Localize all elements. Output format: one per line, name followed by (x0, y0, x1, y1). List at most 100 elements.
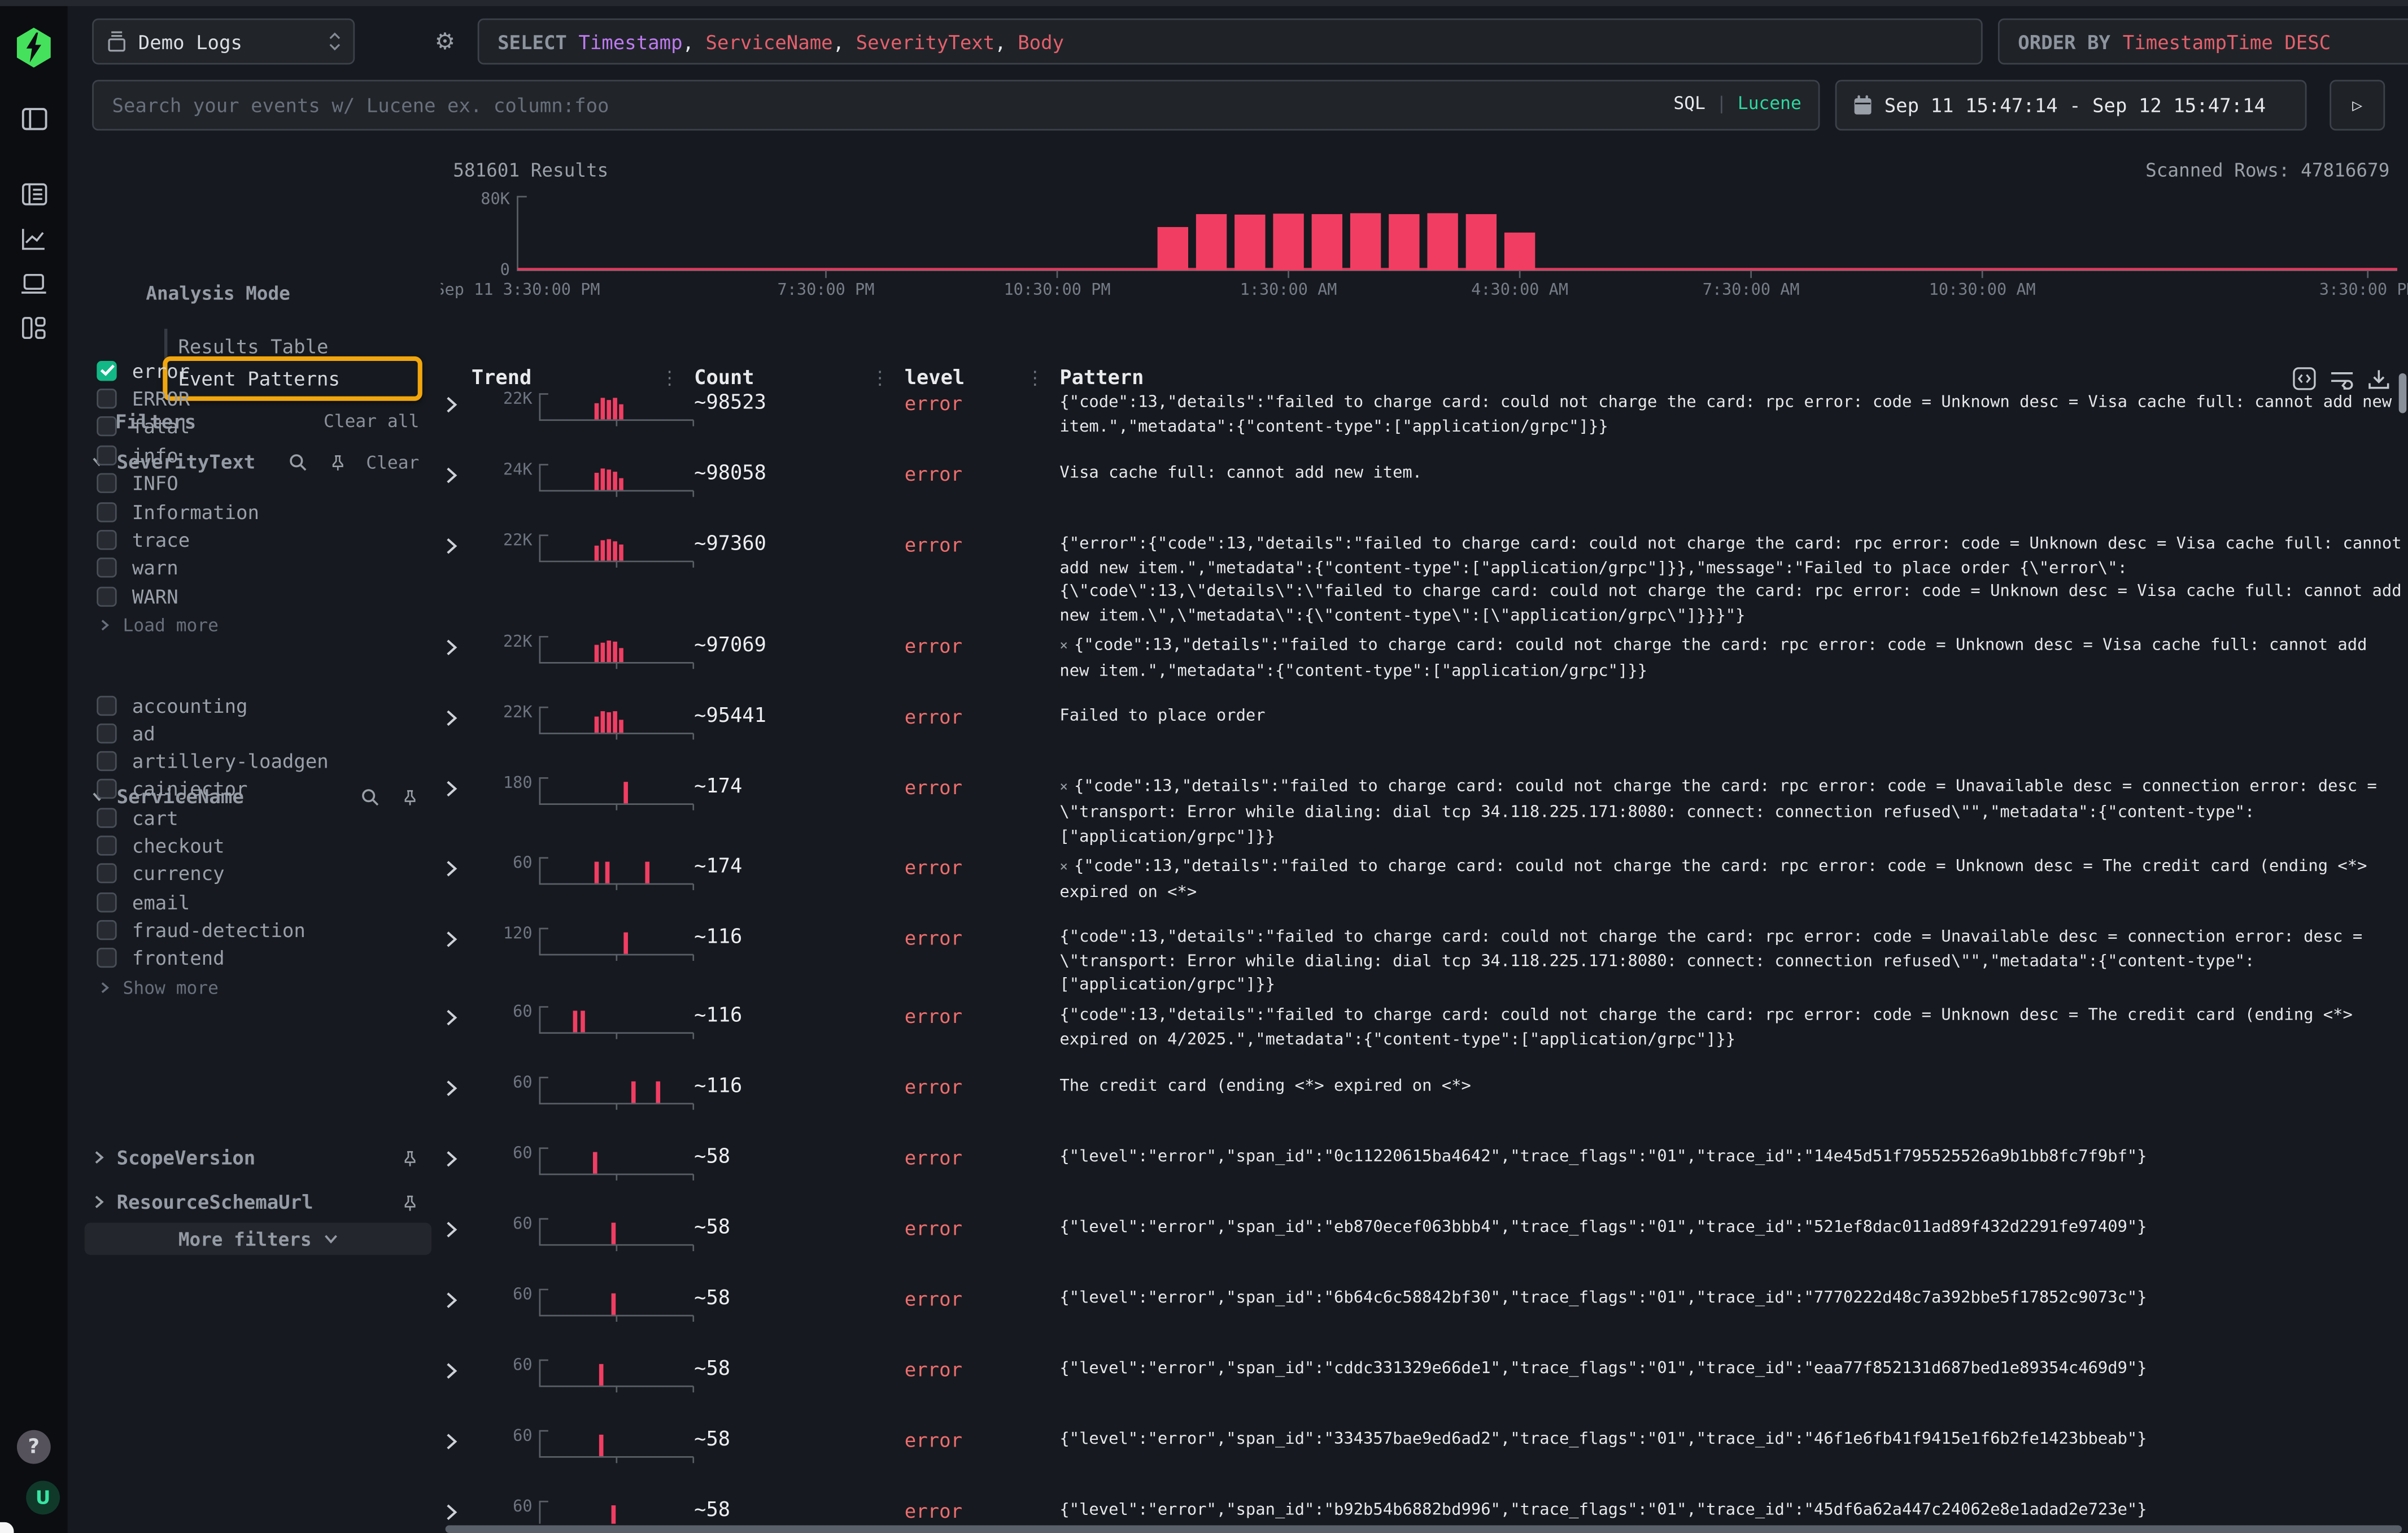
results-histogram[interactable]: 80K0Sep 11 3:30:00 PM7:30:00 PM10:30:00 … (440, 188, 2408, 307)
severity-option-INFO[interactable]: INFO (97, 471, 178, 496)
service-option-cainjector[interactable]: cainjector (97, 777, 247, 802)
severity-option-info[interactable]: info (97, 443, 178, 468)
pattern-text[interactable]: {"level":"error","span_id":"cddc331329e6… (1059, 1352, 2402, 1382)
service-search-icon[interactable] (361, 787, 379, 806)
user-avatar[interactable]: U (26, 1481, 60, 1515)
pattern-row[interactable]: 24K~98058errorVisa cache full: cannot ad… (446, 456, 2402, 527)
severity-clear-button[interactable]: Clear (366, 451, 419, 472)
checkbox[interactable] (97, 751, 116, 771)
pattern-text[interactable]: Visa cache full: cannot add new item. (1059, 456, 2402, 486)
checkbox[interactable] (97, 723, 116, 743)
pattern-text[interactable]: {"level":"error","span_id":"0c11220615ba… (1059, 1140, 2402, 1170)
pattern-text[interactable]: {"level":"error","span_id":"334357bae9ed… (1059, 1422, 2402, 1452)
checkbox[interactable] (97, 473, 116, 493)
checkbox[interactable] (97, 445, 116, 465)
pattern-text[interactable]: {"code":13,"details":"failed to charge c… (1059, 920, 2402, 998)
pattern-row[interactable]: 60~58error{"level":"error","span_id":"b9… (446, 1493, 2402, 1524)
lang-lucene-option[interactable]: Lucene (1738, 92, 1801, 114)
row-expand-chevron-icon[interactable] (446, 1281, 464, 1309)
mode-results-table[interactable]: Results Table (178, 335, 328, 358)
help-button[interactable]: ? (17, 1430, 51, 1464)
panel-toggle-icon[interactable] (0, 107, 68, 130)
pattern-text[interactable]: {"code":13,"details":"failed to charge c… (1059, 386, 2402, 440)
pattern-text[interactable]: {"error":{"code":13,"details":"failed to… (1059, 527, 2402, 629)
severity-option-Information[interactable]: Information (97, 499, 259, 524)
row-expand-chevron-icon[interactable] (446, 629, 464, 656)
dashboard-icon[interactable] (0, 316, 68, 339)
scopeversion-pin-icon[interactable] (401, 1148, 420, 1167)
checkbox[interactable] (97, 530, 116, 550)
pattern-row[interactable]: 60~58error{"level":"error","span_id":"6b… (446, 1281, 2402, 1352)
chart-icon[interactable] (0, 227, 68, 250)
checkbox[interactable] (97, 779, 116, 799)
service-option-ad[interactable]: ad (97, 721, 155, 746)
pattern-row[interactable]: 60~58error{"level":"error","span_id":"0c… (446, 1140, 2402, 1210)
source-settings-gear-icon[interactable]: ⚙ (435, 28, 456, 55)
pattern-text[interactable]: {"code":13,"details":"failed to charge c… (1059, 998, 2402, 1052)
sessions-laptop-icon[interactable] (0, 273, 68, 295)
clear-all-button[interactable]: Clear all (324, 410, 419, 433)
severity-option-trace[interactable]: trace (97, 528, 190, 552)
checkbox[interactable] (97, 920, 116, 940)
pattern-row[interactable]: 22K~98523error{"code":13,"details":"fail… (446, 386, 2402, 456)
checkbox[interactable] (97, 417, 116, 437)
row-expand-chevron-icon[interactable] (446, 920, 464, 948)
row-expand-chevron-icon[interactable] (446, 386, 464, 413)
service-pin-icon[interactable] (401, 787, 420, 806)
pattern-text[interactable]: Failed to place order (1059, 699, 2402, 729)
pattern-text[interactable]: ×{"code":13,"details":"failed to charge … (1059, 770, 2402, 850)
severity-option-ERROR[interactable]: ERROR (97, 386, 190, 411)
pattern-row[interactable]: 120~116error{"code":13,"details":"failed… (446, 920, 2402, 998)
lang-sql-option[interactable]: SQL (1673, 92, 1705, 114)
select-query-editor[interactable]: SELECT Timestamp, ServiceName, SeverityT… (478, 19, 1983, 65)
horizontal-scrollbar-thumb[interactable] (446, 1525, 2402, 1533)
row-expand-chevron-icon[interactable] (446, 1352, 464, 1379)
app-logo-icon[interactable] (15, 28, 52, 68)
row-expand-chevron-icon[interactable] (446, 1422, 464, 1450)
severity-search-icon[interactable] (289, 452, 308, 471)
scopeversion-group-header[interactable]: ScopeVersion (92, 1146, 419, 1169)
row-expand-chevron-icon[interactable] (446, 527, 464, 555)
row-expand-chevron-icon[interactable] (446, 1140, 464, 1168)
more-filters-button[interactable]: More filters (85, 1223, 432, 1255)
checkbox[interactable] (97, 835, 116, 855)
severity-option-WARN[interactable]: WARN (97, 584, 178, 609)
checkbox[interactable] (97, 808, 116, 828)
date-range-picker[interactable]: Sep 11 15:47:14 - Sep 12 15:47:14 (1835, 80, 2307, 130)
service-option-artillery-loadgen[interactable]: artillery-loadgen (97, 749, 328, 774)
severity-pin-icon[interactable] (329, 452, 348, 471)
pattern-text[interactable]: {"level":"error","span_id":"eb870ecef063… (1059, 1210, 2402, 1240)
service-option-cart[interactable]: cart (97, 805, 178, 830)
pattern-row[interactable]: 60~58error{"level":"error","span_id":"cd… (446, 1352, 2402, 1422)
pattern-row[interactable]: 60~174error×{"code":13,"details":"failed… (446, 850, 2402, 920)
pattern-text[interactable]: The credit card (ending <*> expired on <… (1059, 1069, 2402, 1099)
checkbox[interactable] (97, 695, 116, 715)
severity-option-warn[interactable]: warn (97, 556, 178, 581)
pattern-text[interactable]: {"level":"error","span_id":"6b64c6c58842… (1059, 1281, 2402, 1311)
source-select[interactable]: Demo Logs (92, 19, 355, 65)
row-expand-chevron-icon[interactable] (446, 1069, 464, 1097)
service-option-checkout[interactable]: checkout (97, 833, 224, 858)
checkbox[interactable] (97, 892, 116, 912)
run-query-button[interactable]: ▷ (2330, 80, 2385, 130)
search-input[interactable] (92, 80, 1820, 130)
row-expand-chevron-icon[interactable] (446, 1210, 464, 1238)
checkbox[interactable] (97, 586, 116, 606)
severity-option-error[interactable]: error (97, 358, 190, 383)
pattern-row[interactable]: 22K~97360error{"error":{"code":13,"detai… (446, 527, 2402, 629)
logs-icon[interactable] (0, 183, 68, 206)
service-option-frontend[interactable]: frontend (97, 946, 224, 970)
query-language-toggle[interactable]: SQL | Lucene (1673, 92, 1801, 114)
pattern-row[interactable]: 22K~95441errorFailed to place order (446, 699, 2402, 770)
checkbox[interactable] (97, 558, 116, 578)
order-by-editor[interactable]: ORDER BY TimestampTime DESC (1998, 19, 2408, 65)
pattern-row[interactable]: 60~58error{"level":"error","span_id":"33… (446, 1422, 2402, 1493)
checkbox[interactable] (97, 502, 116, 521)
checkbox[interactable] (97, 360, 116, 380)
checkbox[interactable] (97, 389, 116, 408)
pattern-row[interactable]: 180~174error×{"code":13,"details":"faile… (446, 770, 2402, 850)
severity-option-fatal[interactable]: fatal (97, 415, 190, 439)
service-option-email[interactable]: email (97, 890, 190, 914)
checkbox[interactable] (97, 948, 116, 968)
service-option-fraud-detection[interactable]: fraud-detection (97, 918, 306, 943)
